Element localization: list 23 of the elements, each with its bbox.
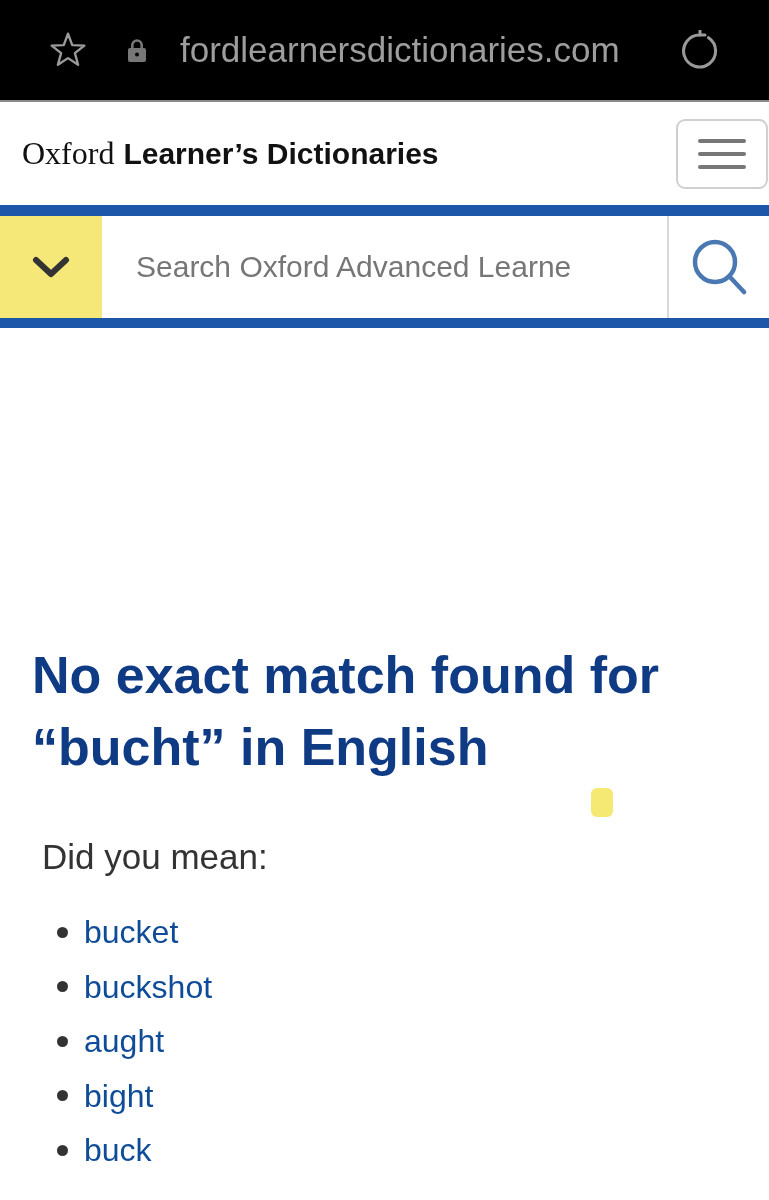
suggestion-link[interactable]: bight (84, 1075, 154, 1116)
chevron-icon (32, 256, 70, 278)
suggestion-link[interactable]: aught (84, 1021, 165, 1062)
star-icon[interactable] (48, 31, 88, 69)
menu-icon (698, 137, 746, 170)
suggestion-link[interactable]: buck (84, 1130, 152, 1171)
bullet-icon (57, 1090, 68, 1102)
suggestion-link[interactable]: bucket (84, 912, 179, 953)
bullet-icon (57, 1035, 68, 1047)
bullet-icon (57, 926, 68, 938)
suggestion-prompt: Did you mean: (42, 836, 269, 878)
highlight-icon (591, 788, 613, 817)
reload-icon[interactable] (680, 30, 720, 70)
address-bar[interactable]: fordlearnersdictionaries.com (180, 30, 620, 70)
dropdown-button[interactable] (0, 216, 102, 318)
results-heading: No exact match found for “bucht” in English (32, 645, 660, 778)
menu-button[interactable] (676, 118, 768, 189)
suggestion-link[interactable]: buckshot (84, 966, 213, 1007)
site-logo[interactable]: Oxford Learner’s Dictionaries (22, 135, 439, 172)
search-icon (691, 238, 747, 296)
bullet-icon (57, 1144, 68, 1156)
bullet-icon (57, 981, 68, 993)
lock-icon (128, 38, 146, 62)
